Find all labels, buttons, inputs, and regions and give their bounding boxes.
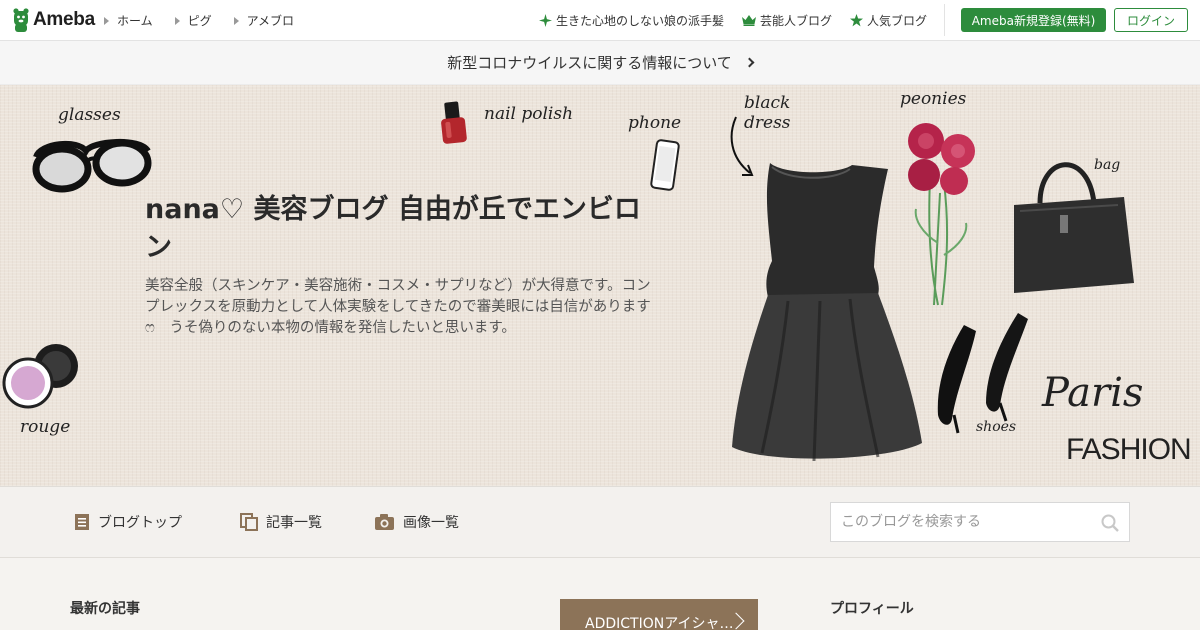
- latest-articles-heading: 最新の記事: [70, 601, 140, 617]
- login-button[interactable]: ログイン: [1114, 8, 1188, 32]
- black-dress-illustration-icon: [732, 163, 922, 462]
- global-header: Ameba ホーム ピグ アメブロ 生きた心地のしない娘の派手髪 芸能人ブログ …: [0, 0, 1200, 41]
- popular-blog-label: 人気ブログ: [867, 14, 928, 28]
- nav-pigg-label: ピグ: [187, 14, 212, 28]
- image-list-link[interactable]: 画像一覧: [374, 512, 459, 532]
- blog-top-link[interactable]: ブログトップ: [74, 512, 182, 532]
- blog-title[interactable]: nana♡ 美容ブログ 自由が丘でエンビロン: [145, 191, 655, 267]
- blog-nav-bar: ブログトップ 記事一覧 画像一覧: [0, 486, 1200, 558]
- nail-polish-illustration-icon: [441, 101, 467, 144]
- chevron-right-icon: [744, 57, 755, 68]
- article-list-label: 記事一覧: [266, 515, 322, 531]
- star-icon: [850, 14, 864, 27]
- triangle-right-icon: [233, 16, 239, 25]
- phone-illustration-icon: [650, 139, 680, 191]
- rouge-illustration-icon: [2, 344, 78, 409]
- triangle-right-icon: [174, 16, 180, 25]
- nav-home-label: ホーム: [117, 14, 153, 28]
- blog-top-label: ブログトップ: [98, 515, 182, 531]
- shoes-illustration-icon: [937, 313, 1028, 434]
- label-glasses: glasses: [58, 105, 121, 125]
- label-peonies: peonies: [900, 89, 967, 109]
- popular-blog-link[interactable]: 人気ブログ: [850, 12, 927, 29]
- featured-article-card[interactable]: ADDICTIONアイシャ…: [560, 599, 758, 630]
- blog-search-input[interactable]: [831, 503, 1091, 541]
- featured-links: 生きた心地のしない娘の派手髪 芸能人ブログ 人気ブログ: [539, 12, 927, 29]
- bag-illustration-icon: [1014, 162, 1134, 293]
- celebrity-blog-label: 芸能人ブログ: [760, 14, 833, 28]
- nav-home[interactable]: ホーム: [104, 12, 153, 29]
- main-content: 最新の記事 ADDICTIONアイシャ… プロフィール: [0, 558, 1200, 630]
- label-phone: phone: [628, 113, 682, 133]
- label-fashion: FASHION: [1066, 433, 1192, 466]
- crown-icon: [742, 15, 757, 26]
- blog-header-hero: glasses nail polish phone black dress pe…: [0, 85, 1200, 486]
- nav-pigg[interactable]: ピグ: [174, 12, 212, 29]
- triangle-right-icon: [104, 16, 109, 25]
- blog-search-box: [830, 502, 1130, 542]
- trending-blog-link[interactable]: 生きた心地のしない娘の派手髪: [539, 12, 724, 29]
- profile-heading: プロフィール: [830, 601, 914, 617]
- header-divider: [944, 4, 945, 36]
- notice-text: 新型コロナウイルスに関する情報について: [447, 54, 732, 72]
- search-icon[interactable]: [1101, 514, 1119, 532]
- celebrity-blog-link[interactable]: 芸能人ブログ: [742, 12, 832, 29]
- glasses-illustration-icon: [32, 138, 152, 193]
- label-paris: Paris: [1042, 370, 1144, 416]
- nav-ameblo-label: アメブロ: [246, 14, 295, 28]
- image-list-label: 画像一覧: [403, 515, 459, 531]
- logo-text: Ameba: [33, 9, 95, 30]
- register-button[interactable]: Ameba新規登録(無料): [961, 8, 1106, 32]
- camera-icon: [375, 514, 394, 530]
- peonies-illustration-icon: [908, 123, 975, 306]
- covid-notice-banner[interactable]: 新型コロナウイルスに関する情報について: [0, 41, 1200, 85]
- global-nav: ホーム ピグ アメブロ: [104, 12, 294, 29]
- article-list-link[interactable]: 記事一覧: [240, 512, 322, 532]
- sparkle-icon: [539, 14, 552, 27]
- trending-blog-label: 生きた心地のしない娘の派手髪: [556, 14, 725, 28]
- nav-ameblo[interactable]: アメブロ: [233, 12, 295, 29]
- label-rouge: rouge: [20, 417, 71, 437]
- label-nail-polish: nail polish: [484, 104, 574, 124]
- ameba-mascot-icon: [13, 7, 29, 32]
- featured-article-title: ADDICTIONアイシャ…: [585, 616, 734, 630]
- label-shoes: shoes: [976, 419, 1017, 435]
- ameba-logo[interactable]: Ameba: [12, 7, 95, 33]
- copy-icon: [240, 513, 258, 531]
- document-icon: [75, 514, 89, 530]
- blog-description: 美容全般（スキンケア・美容施術・コスメ・サプリなど）が大得意です。コンプレックス…: [145, 278, 651, 336]
